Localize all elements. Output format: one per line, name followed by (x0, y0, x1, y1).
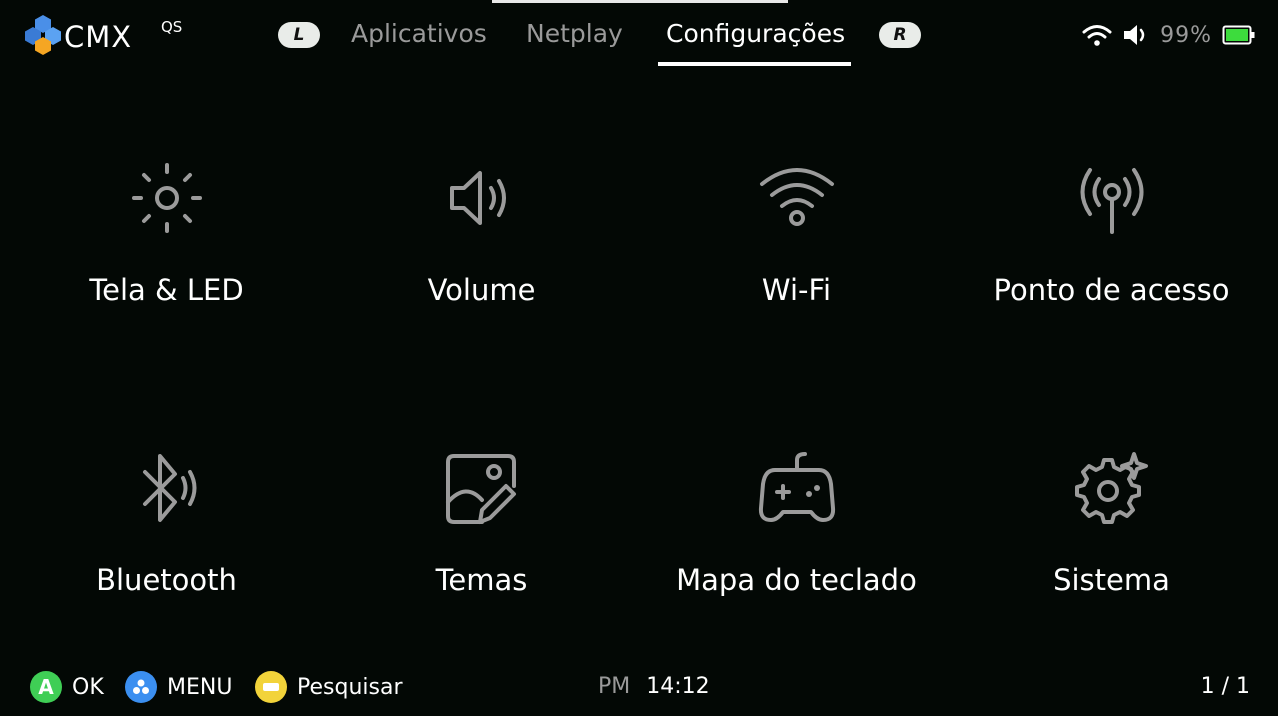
settings-item-ponto-de-acesso[interactable]: Ponto de acesso (954, 160, 1269, 360)
theme-icon (445, 454, 516, 524)
page-indicator: 1 / 1 (1200, 674, 1250, 699)
right-shoulder-button[interactable]: R (879, 22, 921, 48)
bluetooth-icon (142, 454, 196, 522)
clock-time: 14:12 (646, 674, 710, 699)
wifi-icon (759, 168, 834, 226)
settings-item-label: Ponto de acesso (993, 273, 1230, 307)
settings-item-label: Tela & LED (89, 273, 244, 307)
settings-item-label: Sistema (1053, 563, 1170, 597)
system-gear-icon (1074, 452, 1148, 524)
clock-period: PM (598, 674, 631, 699)
footer-ok-hint[interactable]: A OK (30, 671, 104, 703)
ok-label: OK (72, 674, 104, 700)
settings-item-sistema[interactable]: Sistema (954, 450, 1269, 650)
footer-search-hint[interactable]: Pesquisar (255, 671, 403, 703)
settings-item-label: Mapa do teclado (676, 563, 917, 597)
search-button-icon (255, 671, 287, 703)
gamepad-icon (758, 452, 835, 522)
top-indicator-strip (492, 0, 788, 3)
hexagon-logo-icon (25, 15, 61, 55)
settings-item-volume[interactable]: Volume (324, 160, 639, 360)
battery-percent: 99% (1160, 22, 1212, 48)
tab-netplay[interactable]: Netplay (526, 19, 623, 48)
left-shoulder-button[interactable]: L (278, 22, 320, 48)
hotspot-icon (1080, 168, 1143, 234)
settings-item-label: Wi-Fi (761, 273, 832, 307)
settings-screen: CMX QS L Aplicativos Netplay Configuraçõ… (0, 0, 1278, 716)
footer-menu-hint[interactable]: MENU (125, 671, 232, 703)
wifi-icon (1082, 25, 1112, 46)
settings-item-temas[interactable]: Temas (324, 450, 639, 650)
settings-item-tela-led[interactable]: Tela & LED (9, 160, 324, 360)
search-label: Pesquisar (297, 674, 403, 700)
tab-configuracoes[interactable]: Configurações (666, 19, 845, 48)
speaker-icon (1124, 25, 1145, 45)
active-tab-underline (658, 62, 851, 66)
brightness-icon (131, 163, 202, 233)
logo-superscript: QS (161, 18, 183, 36)
settings-item-label: Temas (435, 563, 528, 597)
logo-text: CMX (64, 20, 133, 54)
settings-item-wifi[interactable]: Wi-Fi (639, 160, 954, 360)
tab-aplicativos[interactable]: Aplicativos (351, 19, 487, 48)
cmx-logo: CMX QS (24, 14, 194, 56)
menu-button-icon (125, 671, 157, 703)
settings-item-bluetooth[interactable]: Bluetooth (9, 450, 324, 650)
settings-item-label: Volume (427, 273, 536, 307)
a-button-icon: A (30, 671, 62, 703)
status-bar: 99% (1082, 20, 1256, 50)
settings-item-mapa-do-teclado[interactable]: Mapa do teclado (639, 450, 954, 650)
battery-icon (1222, 25, 1255, 45)
settings-item-label: Bluetooth (96, 563, 237, 597)
clock: PM 14:12 (598, 674, 710, 699)
speaker-icon (449, 171, 506, 225)
menu-label: MENU (167, 674, 233, 700)
